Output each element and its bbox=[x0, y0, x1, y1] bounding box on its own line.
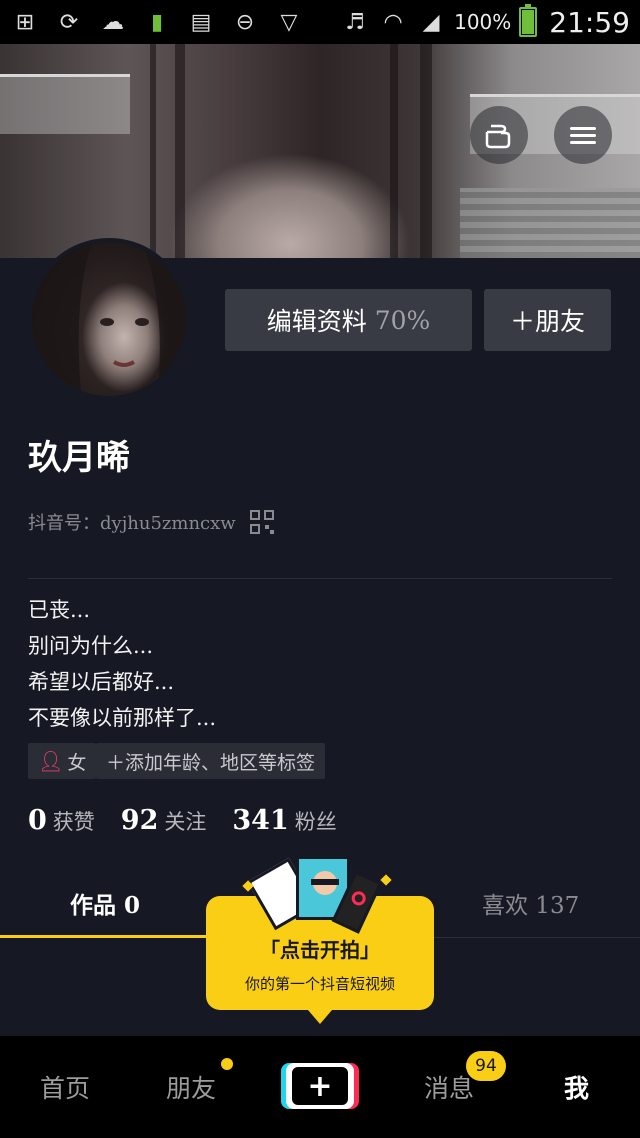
bio-line: 希望以后都好... bbox=[28, 670, 175, 694]
douyin-id-row: 抖音号：dyjhu5zmncxw bbox=[28, 509, 274, 535]
likes-label: 获赞 bbox=[52, 810, 95, 834]
bio-line: 已丧... bbox=[28, 598, 91, 622]
tab-works[interactable]: 作品 0 bbox=[70, 886, 140, 920]
bio-line: 不要像以前那样了... bbox=[28, 706, 217, 730]
add-friend-button[interactable]: ＋朋友 bbox=[484, 289, 611, 351]
clock: 21:59 bbox=[549, 5, 630, 39]
profile-name: 玖月晞 bbox=[28, 438, 130, 478]
nav-friends[interactable]: 朋友 bbox=[166, 1069, 216, 1105]
following-stat[interactable]: 92 关注 bbox=[121, 805, 207, 836]
mute-icon: ♬ bbox=[345, 9, 365, 35]
likes-stat[interactable]: 0 获赞 bbox=[28, 805, 95, 836]
signal-icon: ◢ bbox=[422, 9, 440, 35]
do-not-disturb-icon: ⊖ bbox=[235, 9, 255, 35]
create-video-button[interactable]: + bbox=[286, 1063, 354, 1109]
add-tags-button[interactable]: ＋添加年龄、地区等标签 bbox=[96, 743, 326, 779]
cover-photo[interactable] bbox=[0, 44, 640, 258]
divider bbox=[28, 578, 612, 579]
add-tags-label: ＋添加年龄、地区等标签 bbox=[106, 751, 316, 774]
bio-line: 别问为什么... bbox=[28, 634, 154, 658]
edit-profile-label: 编辑资料 bbox=[266, 307, 367, 336]
menu-button[interactable] bbox=[554, 106, 612, 164]
bubble-title: 「点击开拍」 bbox=[260, 938, 380, 962]
battery-small-icon: ▮ bbox=[150, 9, 164, 35]
sim-icon: ▤ bbox=[190, 9, 212, 35]
followers-count: 341 bbox=[232, 805, 289, 836]
tab-indicator bbox=[0, 935, 214, 938]
nav-me[interactable]: 我 bbox=[564, 1069, 589, 1105]
nav-home[interactable]: 首页 bbox=[40, 1069, 90, 1105]
cloud-icon: ☁ bbox=[102, 9, 124, 35]
qr-code-icon[interactable] bbox=[249, 510, 274, 534]
douyin-id: 抖音号：dyjhu5zmncxw bbox=[28, 513, 236, 534]
followers-stat[interactable]: 341 粉丝 bbox=[232, 805, 336, 836]
status-bar: ⊞ ⟳ ☁ ▮ ▤ ⊖ ▽ ♬ ◠ ◢ 100% 21:59 bbox=[0, 0, 640, 44]
gender-tag[interactable]: 👤︎ 女 bbox=[28, 743, 97, 779]
tab-likes[interactable]: 喜欢 137 bbox=[482, 886, 579, 920]
likes-count: 0 bbox=[28, 805, 47, 836]
battery-percent: 100% bbox=[454, 10, 512, 34]
person-icon: 👤︎ bbox=[38, 749, 64, 773]
pointing-hand-icon bbox=[485, 124, 511, 149]
avatar[interactable] bbox=[28, 238, 190, 400]
gender-label: 女 bbox=[67, 751, 87, 774]
plus-icon: + bbox=[292, 1067, 348, 1105]
profile-completion: 70% bbox=[374, 305, 431, 335]
bio: 已丧... 别问为什么... 希望以后都好... 不要像以前那样了... bbox=[28, 592, 216, 736]
add-friend-label: ＋朋友 bbox=[509, 307, 585, 336]
friends-notification-dot bbox=[221, 1058, 233, 1070]
sync-icon: ⟳ bbox=[59, 9, 79, 35]
messages-badge: 94 bbox=[466, 1051, 506, 1081]
menu-icon bbox=[570, 123, 596, 148]
edit-profile-button[interactable]: 编辑资料 70% bbox=[225, 289, 472, 351]
avatar-portrait bbox=[32, 242, 186, 396]
following-count: 92 bbox=[120, 805, 159, 836]
add-box-icon: ⊞ bbox=[15, 9, 35, 35]
battery-icon bbox=[519, 4, 538, 37]
wifi-icon: ◠ bbox=[383, 9, 403, 35]
bubble-subtitle: 你的第一个抖音短视频 bbox=[244, 975, 395, 993]
following-label: 关注 bbox=[164, 810, 207, 834]
gesture-button[interactable] bbox=[470, 106, 528, 164]
shield-icon: ▽ bbox=[280, 9, 298, 35]
followers-label: 粉丝 bbox=[294, 810, 337, 834]
nav-messages[interactable]: 消息 bbox=[424, 1069, 474, 1105]
stats-row: 0 获赞 92 关注 341 粉丝 bbox=[28, 805, 363, 836]
